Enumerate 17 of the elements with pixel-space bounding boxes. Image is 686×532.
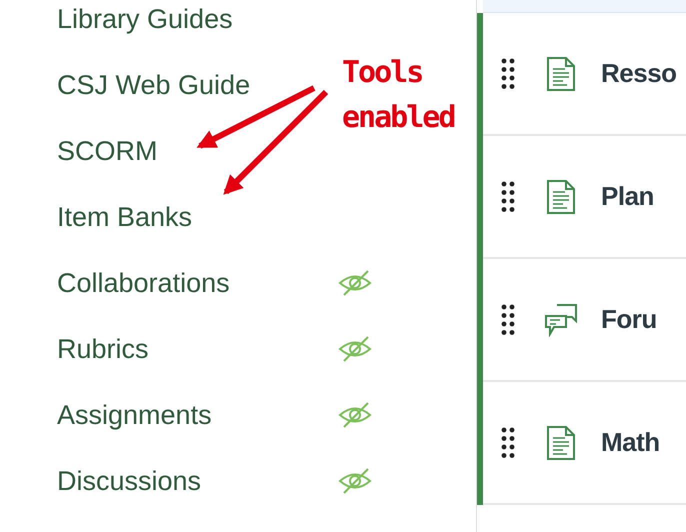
- nav-link[interactable]: Assignments: [57, 400, 337, 430]
- module-item-title[interactable]: Plan: [601, 181, 654, 212]
- drag-handle-icon[interactable]: [501, 426, 515, 458]
- nav-link[interactable]: Discussions: [57, 466, 337, 496]
- module-item-title[interactable]: Resso: [601, 58, 677, 89]
- module-item-title[interactable]: Math: [601, 427, 660, 458]
- nav-link[interactable]: CSJ Web Guide: [57, 70, 337, 100]
- nav-link[interactable]: Library Guides: [57, 4, 337, 34]
- nav-link[interactable]: Rubrics: [57, 334, 337, 364]
- drag-handle-icon[interactable]: [501, 58, 515, 90]
- annotation-text: Tools enabled: [342, 54, 456, 137]
- nav-link[interactable]: Item Banks: [57, 202, 337, 232]
- module-item-title[interactable]: Foru: [601, 304, 657, 335]
- drag-handle-icon[interactable]: [501, 180, 515, 212]
- nav-link[interactable]: Collaborations: [57, 268, 337, 298]
- nav-link[interactable]: SCORM: [57, 136, 337, 166]
- drag-handle-icon[interactable]: [501, 304, 515, 336]
